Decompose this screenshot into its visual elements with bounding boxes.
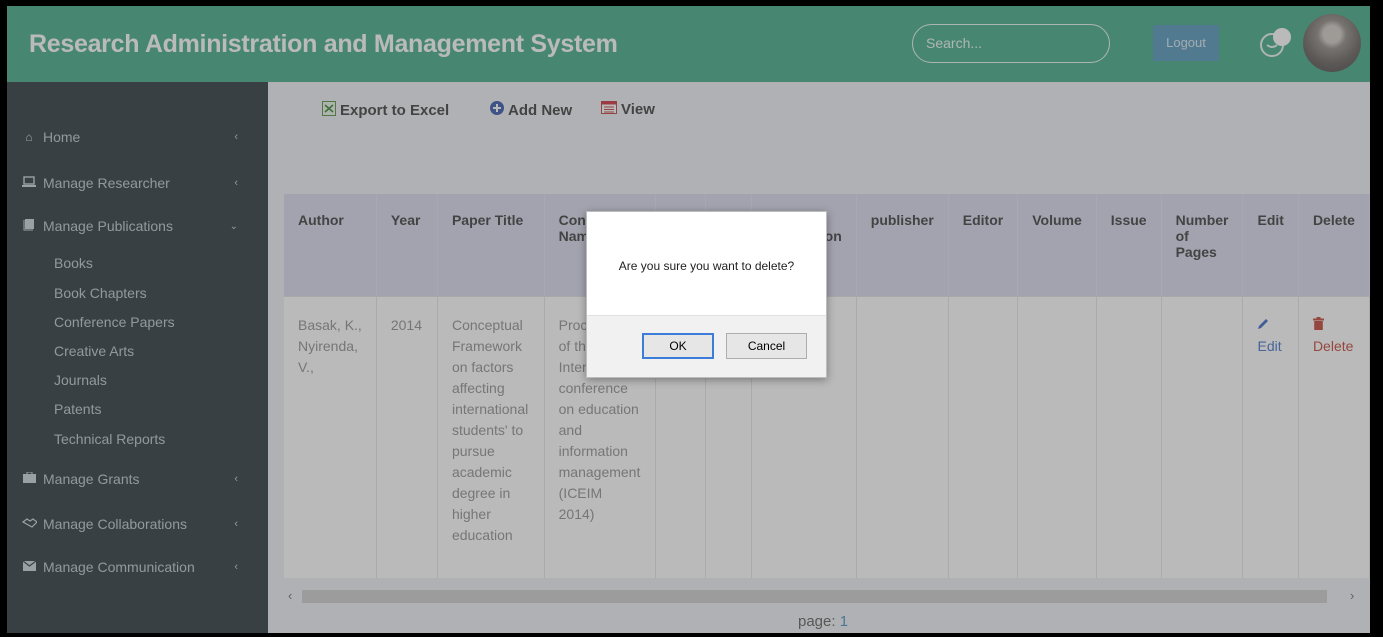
dialog-message: Are you sure you want to delete? <box>618 259 795 273</box>
ok-button[interactable]: OK <box>642 333 714 359</box>
app-window: Research Administration and Management S… <box>7 6 1370 633</box>
dialog-footer: OK Cancel <box>587 315 826 377</box>
confirm-dialog: Are you sure you want to delete? OK Canc… <box>586 211 827 378</box>
cancel-button[interactable]: Cancel <box>726 333 807 359</box>
